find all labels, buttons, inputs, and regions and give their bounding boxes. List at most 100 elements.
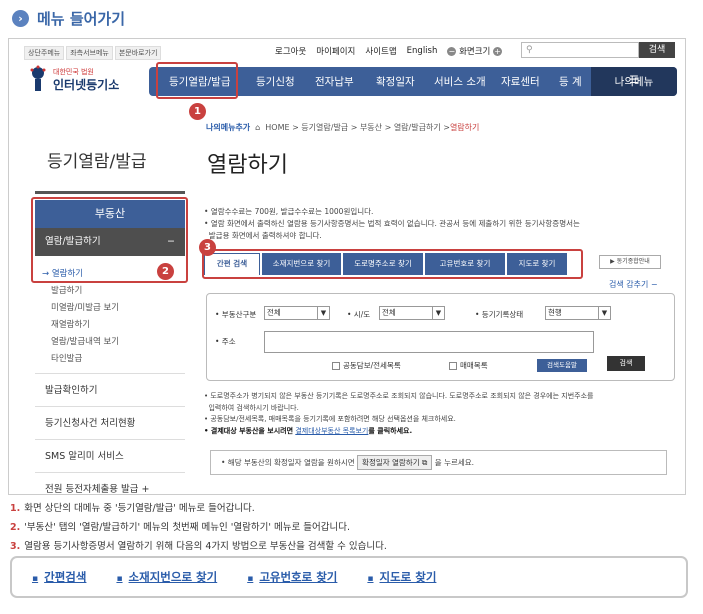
sub-review[interactable]: 재열람하기	[51, 318, 90, 330]
search-form: • 부동산구분 전체 ▼ • 시/도 전체 ▼ • 등기기록상태 현행 ▼ • 주소 …	[206, 293, 675, 381]
step-item: 2. '부동산' 탭의 '열람/발급하기' 메뉴의 첫번째 메뉴인 '열람하기' …	[10, 518, 387, 537]
logout-link[interactable]: 로그아웃	[275, 45, 306, 57]
type-value: 전체	[267, 308, 281, 317]
callout-1: 1	[189, 103, 206, 120]
step-item: 3. 열람용 등기사항증명서 열람하기 위해 다음의 4가지 방법으로 부동산을 …	[10, 537, 387, 556]
note-line: • 열람 화면에서 출력하신 열람용 등기사항증명서는 법적 효력이 없습니다.…	[204, 219, 580, 228]
sale-list-label: 매매목록	[460, 361, 488, 370]
side-item-sms[interactable]: SMS 알리미 서비스	[35, 439, 185, 472]
fee-notes: • 열람수수료는 700원, 발급수수료는 1000원입니다. • 열람 화면에…	[204, 206, 674, 242]
breadcrumb-current: 열람하기	[449, 123, 480, 132]
sido-label: • 시/도	[347, 310, 371, 319]
method-lot-search[interactable]: ▪ 소재지번으로 찾기	[116, 569, 217, 585]
add-my-menu-link[interactable]: 나의메뉴추가	[206, 122, 250, 133]
sub-view[interactable]: → 열람하기	[42, 267, 83, 279]
my-menu-label: 나의메뉴	[614, 76, 654, 88]
zoom-in-icon[interactable]: +	[493, 47, 503, 56]
method-unique-number[interactable]: ▪ 고유번호로 찾기	[247, 569, 337, 585]
sido-select[interactable]: 전체 ▼	[379, 306, 445, 320]
gnb-item-payment[interactable]: 전자납부	[315, 74, 354, 89]
page-title: 열람하기	[207, 153, 288, 178]
court-emblem-icon	[30, 65, 46, 91]
highlight-box-3	[202, 249, 583, 279]
side-item-status[interactable]: 등기신청사건 처리현황	[35, 406, 185, 439]
zoom-out-icon[interactable]: −	[447, 47, 457, 56]
step-text: 열람용 등기사항증명서 열람하기 위해 다음의 4가지 방법으로 부동산을 검색…	[24, 541, 387, 552]
font-size-label: 화면크기	[459, 47, 491, 57]
sub-issue[interactable]: 발급하기	[51, 284, 82, 296]
gnb-item-service[interactable]: 서비스 소개	[434, 74, 486, 89]
step-number: 2.	[10, 522, 21, 533]
mypage-link[interactable]: 마이페이지	[316, 45, 355, 57]
type-select[interactable]: 전체 ▼	[264, 306, 330, 320]
status-select[interactable]: 현행 ▼	[545, 306, 611, 320]
search-input[interactable]: ⚲	[521, 42, 639, 58]
side-item-e-submit[interactable]: 전원 등전자체출용 발급 +	[35, 472, 185, 494]
fixed-date-button-label: 확정일자 열람하기	[362, 458, 420, 467]
fixed-date-pre: • 해당 부동산의 확정일자 열람을 원하시면	[221, 458, 355, 467]
sub-unviewed[interactable]: 미열람/미발급 보기	[51, 301, 119, 313]
find-button[interactable]: 검색	[607, 356, 645, 371]
fixed-date-box: • 해당 부동산의 확정일자 열람을 원하시면 확정일자 열람하기 ⧉ 을 누르…	[210, 450, 667, 475]
side-item-verify[interactable]: 발급확인하기	[35, 373, 185, 406]
site-logo[interactable]: 대한민국 법원 인터넷등기소	[27, 65, 137, 95]
method-map-search[interactable]: ▪ 지도로 찾기	[367, 569, 436, 585]
guide-title-text: 메뉴 들어가기	[37, 10, 126, 28]
breadcrumb: 나의메뉴추가 ⌂ HOME > 등기열람/발급 > 부동산 > 열람/발급하기 …	[206, 122, 479, 133]
divider	[35, 191, 185, 194]
logo-name: 인터넷등기소	[53, 78, 120, 92]
payment-list-link[interactable]: 결제대상부동산 목록보기	[295, 427, 368, 435]
gnb-item-stats[interactable]: 등 계	[559, 74, 582, 89]
bullet-icon: ▪	[116, 574, 123, 584]
search-button[interactable]: 검색	[639, 42, 675, 58]
home-icon: ⌂	[255, 123, 261, 132]
step-item: 1. 화면 상단의 대메뉴 중 '등기열람/발급' 메뉴로 들어갑니다.	[10, 499, 387, 518]
skip-link[interactable]: 상단주메뉴	[24, 46, 65, 60]
external-link-icon: ⧉	[422, 458, 428, 467]
note-line: 입력하여 검색하시기 바랍니다.	[204, 403, 299, 412]
fixed-date-view-button[interactable]: 확정일자 열람하기 ⧉	[357, 455, 433, 470]
sido-value: 전체	[382, 308, 396, 317]
gnb-item-apply[interactable]: 등기신청	[256, 74, 295, 89]
joint-collateral-checkbox[interactable]: 공동담보/전세목록	[332, 360, 401, 371]
search-help-button[interactable]: 검색도움말	[537, 359, 587, 372]
status-label: • 등기기록상태	[475, 310, 524, 319]
guide-title: › 메뉴 들어가기	[12, 8, 125, 29]
utility-links: 로그아웃 마이페이지 사이트맵 English − 화면크기 +	[275, 45, 503, 57]
bullet-icon: ▪	[247, 574, 254, 584]
joint-collateral-label: 공동담보/전세목록	[343, 361, 401, 370]
step-text: '부동산' 탭의 '열람/발급하기' 메뉴의 첫번째 메뉴인 '열람하기' 메뉴…	[24, 522, 350, 533]
callout-2: 2	[157, 263, 174, 280]
sitemap-link[interactable]: 사이트맵	[365, 45, 396, 57]
gnb-item-resources[interactable]: 자료센터	[501, 74, 540, 89]
method-label: 지도로 찾기	[379, 570, 437, 584]
skip-link[interactable]: 좌측서브메뉴	[66, 46, 113, 60]
road-address-notes: • 도로명주소가 병기되지 않은 부동산 등기기록은 도로명주소로 조회되지 않…	[204, 391, 676, 437]
sub-other-issue[interactable]: 타인발급	[51, 352, 82, 364]
step-list: 1. 화면 상단의 대메뉴 중 '등기열람/발급' 메뉴로 들어갑니다. 2. '부…	[10, 499, 387, 556]
note-line: • 공동담보/전세목록, 매매목록을 등기기록에 포함하려면 해당 선택옵션을 …	[204, 415, 456, 423]
skip-link[interactable]: 본문바로가기	[114, 46, 162, 60]
chevron-down-icon: ▼	[432, 307, 444, 319]
note-line: • 결제대상 부동산을 보시려면 결제대상부동산 목록보기를 클릭하세요.	[204, 426, 676, 438]
chevron-down-icon: ▼	[598, 307, 610, 319]
note-line: 발급용 화면에서 출력하셔야 합니다.	[204, 231, 322, 240]
address-input[interactable]	[264, 331, 594, 353]
checkbox-icon	[332, 362, 340, 370]
address-label: • 주소	[215, 337, 236, 346]
note-line: • 도로명주소가 병기되지 않은 부동산 등기기록은 도로명주소로 조회되지 않…	[204, 392, 594, 400]
note-bold: 를 클릭하세요.	[368, 426, 413, 435]
guide-button[interactable]: ▶ 동기종합안내	[599, 255, 661, 269]
sub-history[interactable]: 열람/발급내역 보기	[51, 335, 119, 347]
step-number: 3.	[10, 541, 21, 552]
method-simple-search[interactable]: ▪ 간편검색	[32, 569, 86, 585]
search-icon: ⚲	[526, 45, 533, 55]
english-link[interactable]: English	[407, 46, 438, 56]
hide-search-link[interactable]: 검색 감추기 −	[609, 279, 658, 290]
method-label: 소재지번으로 찾기	[128, 570, 218, 584]
bullet-icon: ▪	[367, 574, 374, 584]
gnb-item-fixed-date[interactable]: 확정일자	[376, 74, 415, 89]
note-line: • 열람수수료는 700원, 발급수수료는 1000원입니다.	[204, 207, 374, 216]
sale-list-checkbox[interactable]: 매매목록	[449, 360, 488, 371]
my-menu-button[interactable]: ☰ 나의메뉴	[591, 67, 677, 96]
